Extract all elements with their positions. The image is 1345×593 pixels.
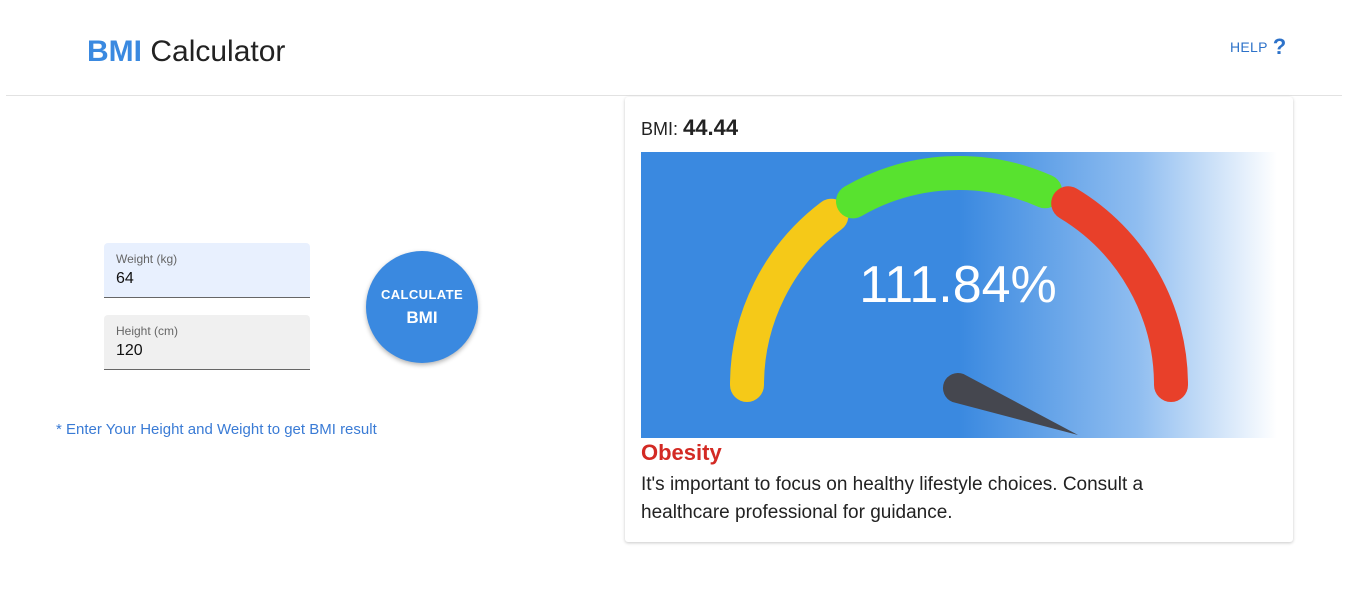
- hint-text: * Enter Your Height and Weight to get BM…: [56, 421, 377, 438]
- app-header: BMI Calculator HELP ?: [0, 0, 1345, 96]
- calculate-button-sublabel: BMI: [406, 307, 438, 327]
- bmi-value: 44.44: [683, 115, 739, 140]
- bmi-gauge: 111.84%: [641, 152, 1277, 438]
- help-button[interactable]: HELP ?: [1230, 36, 1286, 58]
- weight-input[interactable]: [116, 270, 296, 288]
- height-field-label: Height (cm): [116, 324, 179, 338]
- bmi-readout: BMI: 44.44: [641, 115, 738, 141]
- question-mark-icon: ?: [1272, 34, 1287, 59]
- result-card: BMI: 44.44 111.84% Obesity It's importan…: [625, 97, 1293, 542]
- height-input[interactable]: [116, 342, 296, 360]
- bmi-category: Obesity: [641, 440, 722, 465]
- advice-text: It's important to focus on healthy lifes…: [641, 474, 1144, 523]
- help-label: HELP: [1230, 39, 1268, 55]
- gauge-percent: 111.84%: [859, 256, 1057, 314]
- bmi-label: BMI:: [641, 119, 679, 139]
- weight-field[interactable]: Weight (kg): [104, 243, 310, 298]
- app-title-brand: BMI: [87, 35, 142, 68]
- app-title-text: Calculator: [150, 35, 286, 68]
- app-title: BMI Calculator: [87, 33, 285, 71]
- weight-field-label: Weight (kg): [116, 252, 178, 266]
- header-divider: [6, 95, 1342, 96]
- calculate-bmi-button[interactable]: CALCULATE BMI: [366, 251, 478, 363]
- height-field[interactable]: Height (cm): [104, 315, 310, 370]
- calculate-button-label: CALCULATE: [380, 286, 464, 302]
